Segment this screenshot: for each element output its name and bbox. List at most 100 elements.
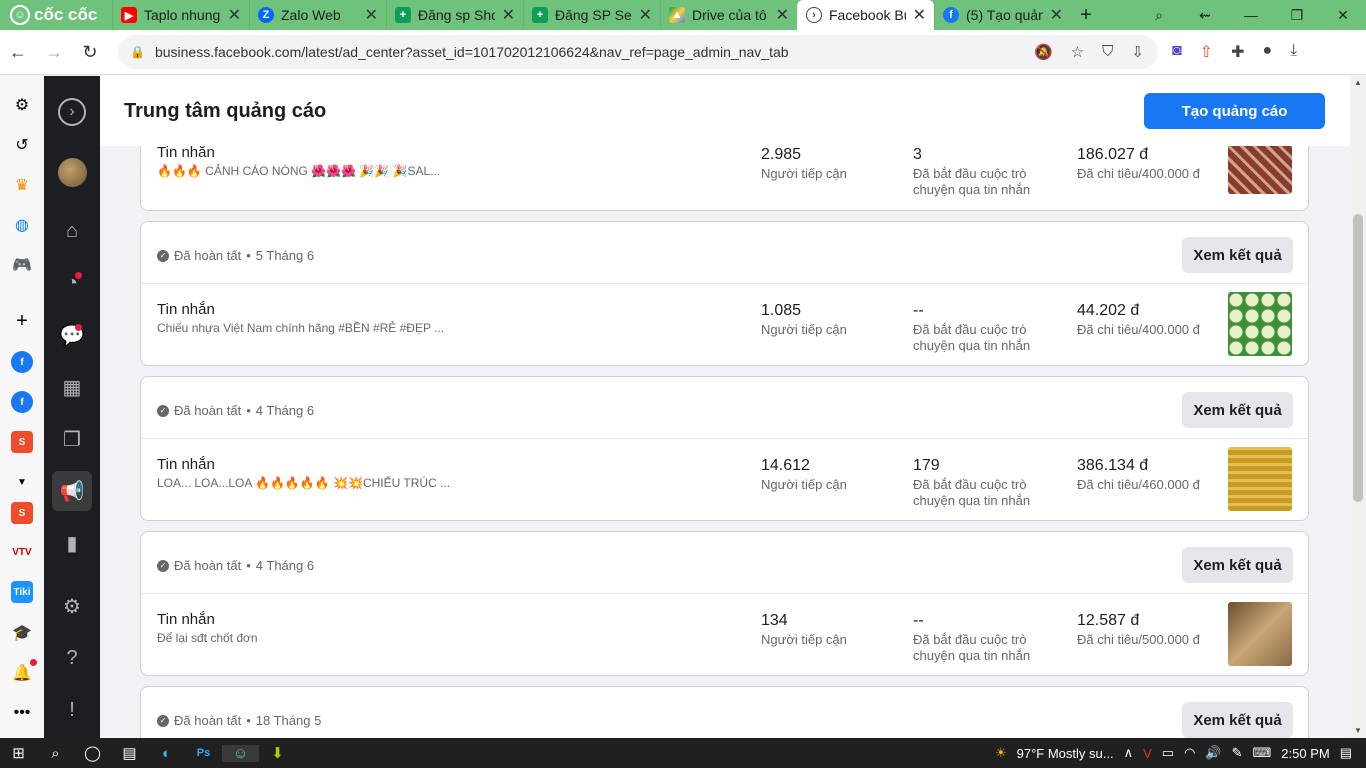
volume-icon[interactable]: 🔊 (1205, 745, 1221, 761)
torrent-icon[interactable]: ⬇ (259, 744, 296, 762)
page-avatar[interactable] (58, 158, 87, 187)
close-icon[interactable]: ✕ (502, 5, 515, 25)
scroll-down-icon[interactable]: ▼ (1354, 726, 1362, 735)
upload-arrow-icon[interactable]: ⇧ (1200, 42, 1213, 62)
profile-avatar-icon[interactable]: ● (1262, 42, 1272, 62)
ad-thumbnail[interactable] (1228, 602, 1292, 666)
facebook-icon[interactable]: f (11, 391, 33, 413)
insights-bar-chart-icon[interactable]: ▮ (58, 529, 86, 557)
scroll-up-icon[interactable]: ▲ (1354, 78, 1362, 87)
bell-icon[interactable]: 🔔 (11, 662, 33, 684)
forward-arrow-icon[interactable]: → (36, 42, 72, 63)
close-icon[interactable]: ✕ (913, 5, 926, 25)
reach-value: 2.985 (761, 146, 802, 163)
close-icon[interactable]: ✕ (228, 5, 241, 25)
chevron-down-icon[interactable]: ▼ (11, 471, 33, 493)
download-icon[interactable]: ⇩ (1131, 43, 1144, 61)
close-icon[interactable]: ✕ (1050, 5, 1063, 25)
tab-facebook-business[interactable]: › Facebook Bu ✕ (797, 0, 934, 30)
settings-gear-icon[interactable]: ⚙ (11, 94, 33, 116)
close-icon[interactable]: ✕ (639, 5, 652, 25)
url-input[interactable]: 🔒 business.facebook.com/latest/ad_center… (118, 35, 1158, 69)
content-stack-icon[interactable]: ❐ (58, 425, 86, 453)
puzzle-icon[interactable]: ✚ (1231, 42, 1244, 62)
crown-icon[interactable]: ♛ (11, 174, 33, 196)
back-history-icon[interactable]: ⇜ (1182, 0, 1228, 30)
view-results-button[interactable]: Xem kết quả (1182, 392, 1293, 428)
megaphone-ads-icon[interactable]: 📢 (58, 477, 86, 505)
home-icon[interactable]: ⌂ (58, 217, 86, 245)
bookmark-star-icon[interactable]: ☆ (1071, 43, 1084, 61)
ad-type: Tin nhắn (157, 301, 215, 318)
shopee-icon[interactable]: S (11, 431, 33, 453)
battery-icon[interactable]: ▭ (1162, 745, 1174, 761)
scrollbar-thumb[interactable] (1353, 214, 1363, 502)
downloads-icon[interactable]: ⤓ (1290, 42, 1297, 62)
history-icon[interactable]: ↺ (11, 134, 33, 156)
more-icon[interactable]: ••• (11, 702, 33, 724)
graduation-cap-icon[interactable]: 🎓 (11, 622, 33, 644)
cortana-circle-icon[interactable]: ◯ (74, 744, 111, 762)
view-results-button[interactable]: Xem kết quả (1182, 547, 1293, 583)
extension-icon[interactable]: ◙ (1172, 42, 1182, 62)
view-results-button[interactable]: Xem kết quả (1182, 237, 1293, 273)
conversations-value: -- (913, 612, 924, 629)
feedback-icon[interactable]: ! (58, 696, 86, 724)
ad-center-main: Tin nhắn 🔥🔥🔥 CẢNH CÁO NÓNG 🌺🌺🌺 🎉🎉 🎉SAL..… (100, 76, 1350, 738)
vtv-go-icon[interactable]: VTV (11, 541, 33, 563)
notifications-muted-icon[interactable]: 🔕 (1034, 43, 1053, 61)
back-arrow-icon[interactable]: ← (0, 42, 36, 63)
check-circle-icon: ✓ (157, 714, 169, 727)
new-tab-button[interactable]: + (1071, 4, 1101, 27)
bullet-separator: • (246, 403, 251, 418)
antivirus-icon[interactable]: V (1143, 746, 1152, 761)
edge-browser-icon[interactable]: ◐ (148, 745, 185, 762)
photoshop-icon[interactable]: Ps (185, 747, 222, 759)
chevron-up-icon[interactable]: ∧ (1124, 745, 1134, 761)
ad-thumbnail[interactable] (1228, 447, 1292, 511)
close-icon[interactable]: ✕ (365, 5, 378, 25)
windows-start-icon[interactable]: ⊞ (0, 744, 37, 762)
help-icon[interactable]: ? (58, 644, 86, 672)
tab-sheet-shop[interactable]: + Đăng sp Sho ✕ (386, 0, 523, 30)
shopee-icon[interactable]: S (11, 502, 33, 524)
notifications-icon[interactable]: ▤ (1340, 745, 1352, 761)
create-ad-button[interactable]: Tạo quảng cáo (1144, 93, 1325, 129)
messenger-icon[interactable]: ◍ (11, 214, 33, 236)
weather-sun-icon[interactable]: ☀ (995, 745, 1007, 761)
coccoc-logo[interactable]: ☺ cốc cốc (0, 0, 112, 30)
tab-taplo[interactable]: ▶ Taplo nhung ✕ (112, 0, 249, 30)
coccoc-taskbar-icon[interactable]: ☺ (222, 744, 259, 762)
search-tabs-icon[interactable]: ⌕ (1136, 0, 1182, 30)
tab-drive[interactable]: ▲ Drive của tô ✕ (660, 0, 797, 30)
tab-sheet-sp[interactable]: + Đăng SP Ser ✕ (523, 0, 660, 30)
calendar-icon[interactable]: ▦ (58, 373, 86, 401)
pen-icon[interactable]: ✎ (1232, 745, 1243, 761)
spend-value: 12.587 đ (1077, 612, 1140, 629)
meta-business-logo-icon[interactable]: › (58, 98, 86, 126)
tab-zalo[interactable]: Z Zalo Web ✕ (249, 0, 386, 30)
close-icon[interactable]: ✕ (776, 5, 789, 25)
settings-gear-icon[interactable]: ⚙ (58, 592, 86, 620)
minimize-icon[interactable]: — (1228, 0, 1274, 30)
inbox-chat-icon[interactable]: 💬 (58, 321, 86, 349)
view-results-button[interactable]: Xem kết quả (1182, 702, 1293, 738)
wifi-icon[interactable]: ◠ (1184, 745, 1195, 761)
search-icon[interactable]: ⌕ (37, 745, 74, 762)
close-window-icon[interactable]: ✕ (1320, 0, 1366, 30)
tiki-icon[interactable]: Tiki (11, 581, 33, 603)
reload-icon[interactable]: ↻ (72, 42, 108, 63)
clock-time[interactable]: 2:50 PM (1281, 746, 1329, 761)
add-icon[interactable]: + (11, 310, 33, 332)
activity-icon[interactable]: ◔ (58, 269, 86, 297)
shield-icon[interactable]: ⛉ (1102, 43, 1113, 61)
task-view-icon[interactable]: ▤ (111, 744, 148, 762)
tab-facebook-create[interactable]: f (5) Tạo quản ✕ (934, 0, 1071, 30)
facebook-icon[interactable]: f (11, 351, 33, 373)
page-scrollbar[interactable]: ▲ ▼ (1350, 76, 1366, 738)
maximize-icon[interactable]: ❐ (1274, 0, 1320, 30)
keyboard-icon[interactable]: ⌨ (1253, 745, 1272, 761)
weather-text[interactable]: 97°F Mostly su... (1017, 746, 1114, 761)
ad-thumbnail[interactable] (1228, 292, 1292, 356)
game-controller-icon[interactable]: 🎮 (11, 254, 33, 276)
